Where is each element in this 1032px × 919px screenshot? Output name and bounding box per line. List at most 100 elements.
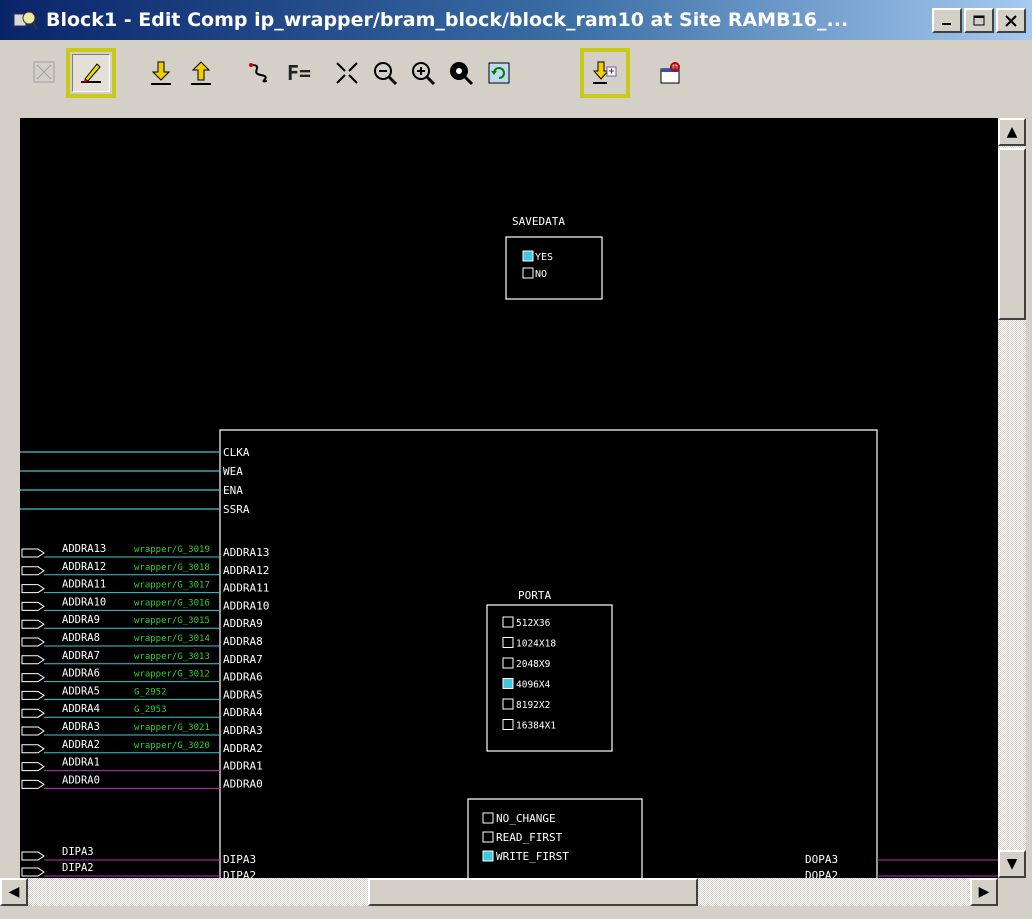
zoom-out-button[interactable] xyxy=(366,54,404,92)
save-apply-button[interactable] xyxy=(580,48,630,98)
porta-option-checkbox[interactable] xyxy=(502,637,514,648)
addr-ext-label: ADDRA9 xyxy=(62,614,100,626)
porta-option-checkbox[interactable] xyxy=(502,698,514,710)
addr-pin-label: ADDRA7 xyxy=(223,653,263,666)
properties-icon xyxy=(660,62,680,84)
fpga-editor-icon xyxy=(8,6,42,34)
route-button[interactable] xyxy=(240,54,278,92)
porta-option-checkbox[interactable] xyxy=(502,719,514,730)
maximize-button[interactable] xyxy=(964,8,994,33)
edit-mode-button[interactable] xyxy=(66,48,116,98)
properties-button[interactable] xyxy=(652,54,690,92)
porta-option-checkbox[interactable] xyxy=(502,616,514,628)
zoom-selected-button[interactable] xyxy=(442,54,480,92)
port-connector-icon xyxy=(21,619,45,629)
net-label: wrapper/G_3020 xyxy=(134,741,210,751)
maximize-icon xyxy=(973,15,985,25)
zoom-in-icon xyxy=(412,62,436,86)
scroll-left-button[interactable]: ◀ xyxy=(0,878,28,906)
bram-block-outline xyxy=(219,429,878,878)
bottom-border xyxy=(0,906,1032,919)
arrow-left-icon: ◀ xyxy=(8,884,20,900)
porta-option-label: 8192X2 xyxy=(516,700,550,711)
horizontal-scrollbar[interactable]: ◀ ▶ xyxy=(0,878,998,906)
close-button[interactable] xyxy=(996,8,1026,33)
write-mode-label: NO_CHANGE xyxy=(496,812,556,825)
port-connector-icon xyxy=(21,566,45,576)
net-label: wrapper/G_3015 xyxy=(134,616,210,626)
porta-option-label: 1024X18 xyxy=(516,639,556,650)
addr-pin-label: ADDRA10 xyxy=(223,599,269,612)
f-equals-button[interactable]: F= xyxy=(280,54,318,92)
porta-option-label: 4096X4 xyxy=(516,680,551,691)
savedata-no-label: NO xyxy=(535,269,547,280)
write-mode-checkbox[interactable] xyxy=(482,831,494,843)
route-icon xyxy=(249,63,268,83)
data-pin-label: DIPA2 xyxy=(223,869,256,878)
addr-ext-label: ADDRA6 xyxy=(62,668,100,680)
porta-option-label: 16384X1 xyxy=(516,721,556,732)
data-pin-label: DIPA3 xyxy=(223,853,256,866)
minimize-icon xyxy=(942,22,951,25)
port-connector-icon xyxy=(21,762,45,772)
upload-button[interactable] xyxy=(182,54,220,92)
window-title: Block1 - Edit Comp ip_wrapper/bram_block… xyxy=(46,9,849,31)
porta-title: PORTA xyxy=(518,589,551,602)
porta-option-label: 2048X9 xyxy=(516,659,551,670)
addr-ext-label: ADDRA3 xyxy=(62,721,100,733)
data-ext-label: DIPA3 xyxy=(62,846,94,858)
data-out-label: DOPA3 xyxy=(805,853,838,866)
port-connector-icon xyxy=(21,584,45,594)
scroll-right-button[interactable]: ▶ xyxy=(970,878,998,906)
addr-ext-label: ADDRA1 xyxy=(62,757,100,769)
porta-option-checkbox[interactable] xyxy=(502,678,514,689)
save-apply-icon xyxy=(592,61,617,84)
write-mode-checkbox[interactable] xyxy=(482,812,494,824)
zoom-in-button[interactable] xyxy=(404,54,442,92)
addr-ext-label: ADDRA0 xyxy=(62,774,100,786)
scrollbar-corner xyxy=(998,878,1026,906)
title-bar[interactable]: Block1 - Edit Comp ip_wrapper/bram_block… xyxy=(0,0,1032,40)
download-button[interactable] xyxy=(142,54,180,92)
addr-pin-label: ADDRA0 xyxy=(223,777,263,790)
arrow-down-icon: ▼ xyxy=(1006,856,1018,872)
net-label: wrapper/G_3014 xyxy=(134,634,210,644)
block-canvas[interactable]: SAVEDATA YES NO PORTA CLKA WEA ENA SSRA ADDR… xyxy=(20,118,998,878)
pin-button[interactable] xyxy=(26,54,64,92)
porta-option-label: 512X36 xyxy=(516,618,551,629)
savedata-no-checkbox[interactable] xyxy=(522,267,534,279)
close-icon xyxy=(1005,14,1017,27)
addr-pin-label: ADDRA6 xyxy=(223,671,263,684)
porta-option-checkbox[interactable] xyxy=(502,657,514,669)
addr-ext-label: ADDRA5 xyxy=(62,685,100,697)
port-connector-icon xyxy=(21,673,45,683)
addr-ext-label: ADDRA12 xyxy=(62,561,106,573)
port-connector-icon xyxy=(21,601,45,611)
write-mode-checkbox[interactable] xyxy=(482,850,494,862)
port-connector-icon xyxy=(21,690,45,700)
addr-ext-label: ADDRA11 xyxy=(62,579,106,591)
net-label: G_2952 xyxy=(134,687,167,697)
scroll-down-button[interactable]: ▼ xyxy=(998,850,1026,878)
upload-arrow-icon xyxy=(191,61,211,85)
vertical-scroll-thumb[interactable] xyxy=(998,148,1026,320)
horizontal-scroll-thumb[interactable] xyxy=(368,878,698,906)
scroll-up-button[interactable]: ▲ xyxy=(998,118,1026,146)
addr-pin-label: ADDRA13 xyxy=(223,546,269,559)
vertical-scrollbar[interactable]: ▲ ▼ xyxy=(998,118,1026,878)
control-pin-label: ENA xyxy=(223,484,243,497)
zoom-fit-button[interactable] xyxy=(328,54,366,92)
minimize-button[interactable] xyxy=(932,8,962,33)
block-diagram[interactable]: SAVEDATA YES NO PORTA CLKA WEA ENA SSRA ADDR… xyxy=(20,118,998,878)
savedata-yes-checkbox[interactable] xyxy=(522,250,534,262)
refresh-icon xyxy=(488,62,510,84)
port-connector-icon xyxy=(21,779,45,789)
savedata-yes-label: YES xyxy=(535,252,553,263)
write-mode-label: READ_FIRST xyxy=(496,831,563,844)
net-label: wrapper/G_3016 xyxy=(134,598,210,608)
arrow-right-icon: ▶ xyxy=(978,884,990,900)
addr-ext-label: ADDRA10 xyxy=(62,596,106,608)
port-connector-icon xyxy=(21,708,45,718)
net-label: G_2953 xyxy=(134,705,167,715)
refresh-button[interactable] xyxy=(480,54,518,92)
